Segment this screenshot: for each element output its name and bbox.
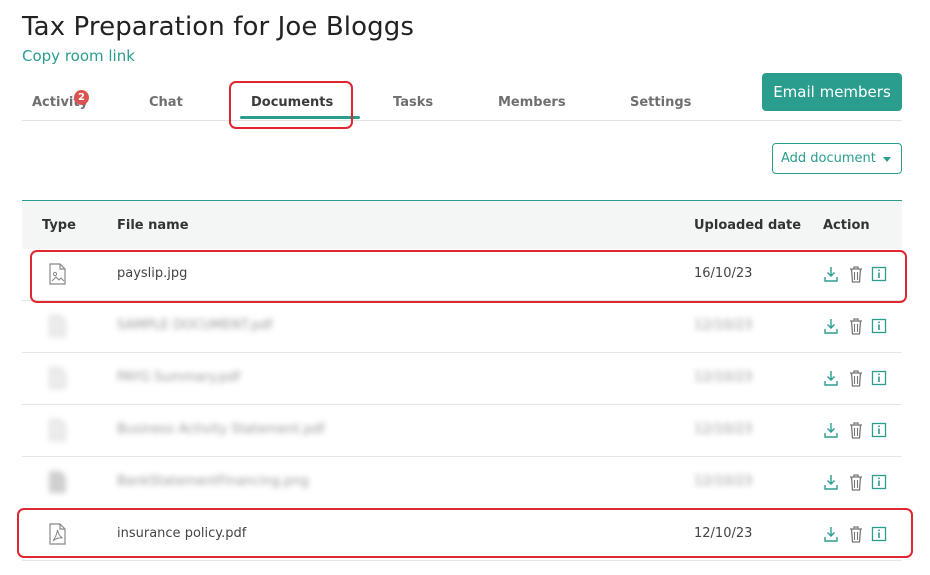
info-icon[interactable] [871, 317, 887, 335]
uploaded-date: 12/10/23 [694, 422, 753, 437]
uploaded-date: 12/10/23 [694, 474, 753, 489]
table-row[interactable]: payslip.jpg 16/10/23 [22, 249, 902, 301]
column-action: Action [823, 218, 870, 233]
download-icon[interactable] [823, 421, 839, 439]
trash-icon[interactable] [848, 369, 864, 387]
add-document-dropdown[interactable]: Add document [772, 143, 902, 174]
info-icon[interactable] [871, 473, 887, 491]
documents-table: Type File name Uploaded date Action pays… [22, 200, 902, 561]
uploaded-date: 12/10/23 [694, 526, 753, 541]
uploaded-date: 12/10/23 [694, 370, 753, 385]
document-file-icon [49, 315, 66, 337]
trash-icon[interactable] [848, 317, 864, 335]
info-icon[interactable] [871, 265, 887, 283]
download-icon[interactable] [823, 317, 839, 335]
column-type: Type [42, 218, 76, 233]
trash-icon[interactable] [848, 473, 864, 491]
trash-icon[interactable] [848, 421, 864, 439]
row-actions [823, 525, 893, 543]
file-name[interactable]: SAMPLE DOCUMENT.pdf [117, 318, 273, 333]
table-row[interactable]: BankStatementFinancing.png 12/10/23 [22, 457, 902, 509]
download-icon[interactable] [823, 369, 839, 387]
table-row[interactable]: Business Activity Statement.pdf 12/10/23 [22, 405, 902, 457]
info-icon[interactable] [871, 369, 887, 387]
tab-documents[interactable]: Documents [251, 95, 333, 110]
file-name[interactable]: Business Activity Statement.pdf [117, 422, 325, 437]
tab-tasks[interactable]: Tasks [393, 95, 433, 110]
file-name[interactable]: BankStatementFinancing.png [117, 474, 309, 489]
image-file-icon [49, 471, 66, 493]
email-members-button[interactable]: Email members [762, 73, 902, 111]
file-name[interactable]: payslip.jpg [117, 266, 187, 281]
uploaded-date: 16/10/23 [694, 266, 753, 281]
image-file-icon [49, 263, 66, 285]
trash-icon[interactable] [848, 525, 864, 543]
uploaded-date: 12/10/23 [694, 318, 753, 333]
file-name[interactable]: PAYG Summary.pdf [117, 370, 240, 385]
file-name[interactable]: insurance policy.pdf [117, 526, 246, 541]
pdf-file-icon [49, 523, 66, 545]
row-actions [823, 317, 893, 335]
row-actions [823, 473, 893, 491]
row-actions [823, 421, 893, 439]
page-title: Tax Preparation for Joe Bloggs [22, 12, 414, 42]
table-row[interactable]: insurance policy.pdf 12/10/23 [22, 509, 902, 561]
table-row[interactable]: PAYG Summary.pdf 12/10/23 [22, 353, 902, 405]
column-file-name: File name [117, 218, 189, 233]
tab-chat[interactable]: Chat [149, 95, 183, 110]
row-actions [823, 369, 893, 387]
document-file-icon [49, 419, 66, 441]
download-icon[interactable] [823, 265, 839, 283]
column-uploaded-date: Uploaded date [694, 218, 802, 233]
trash-icon[interactable] [848, 265, 864, 283]
activity-count-badge: 2 [74, 90, 89, 105]
table-row[interactable]: SAMPLE DOCUMENT.pdf 12/10/23 [22, 301, 902, 353]
tab-members[interactable]: Members [498, 95, 566, 110]
copy-room-link[interactable]: Copy room link [22, 47, 135, 65]
download-icon[interactable] [823, 525, 839, 543]
active-tab-indicator [240, 116, 360, 119]
info-icon[interactable] [871, 421, 887, 439]
document-file-icon [49, 367, 66, 389]
caret-down-icon [883, 157, 891, 162]
add-document-label: Add document [781, 151, 876, 166]
info-icon[interactable] [871, 525, 887, 543]
table-header: Type File name Uploaded date Action [22, 200, 902, 249]
download-icon[interactable] [823, 473, 839, 491]
tab-settings[interactable]: Settings [630, 95, 691, 110]
row-actions [823, 265, 893, 283]
